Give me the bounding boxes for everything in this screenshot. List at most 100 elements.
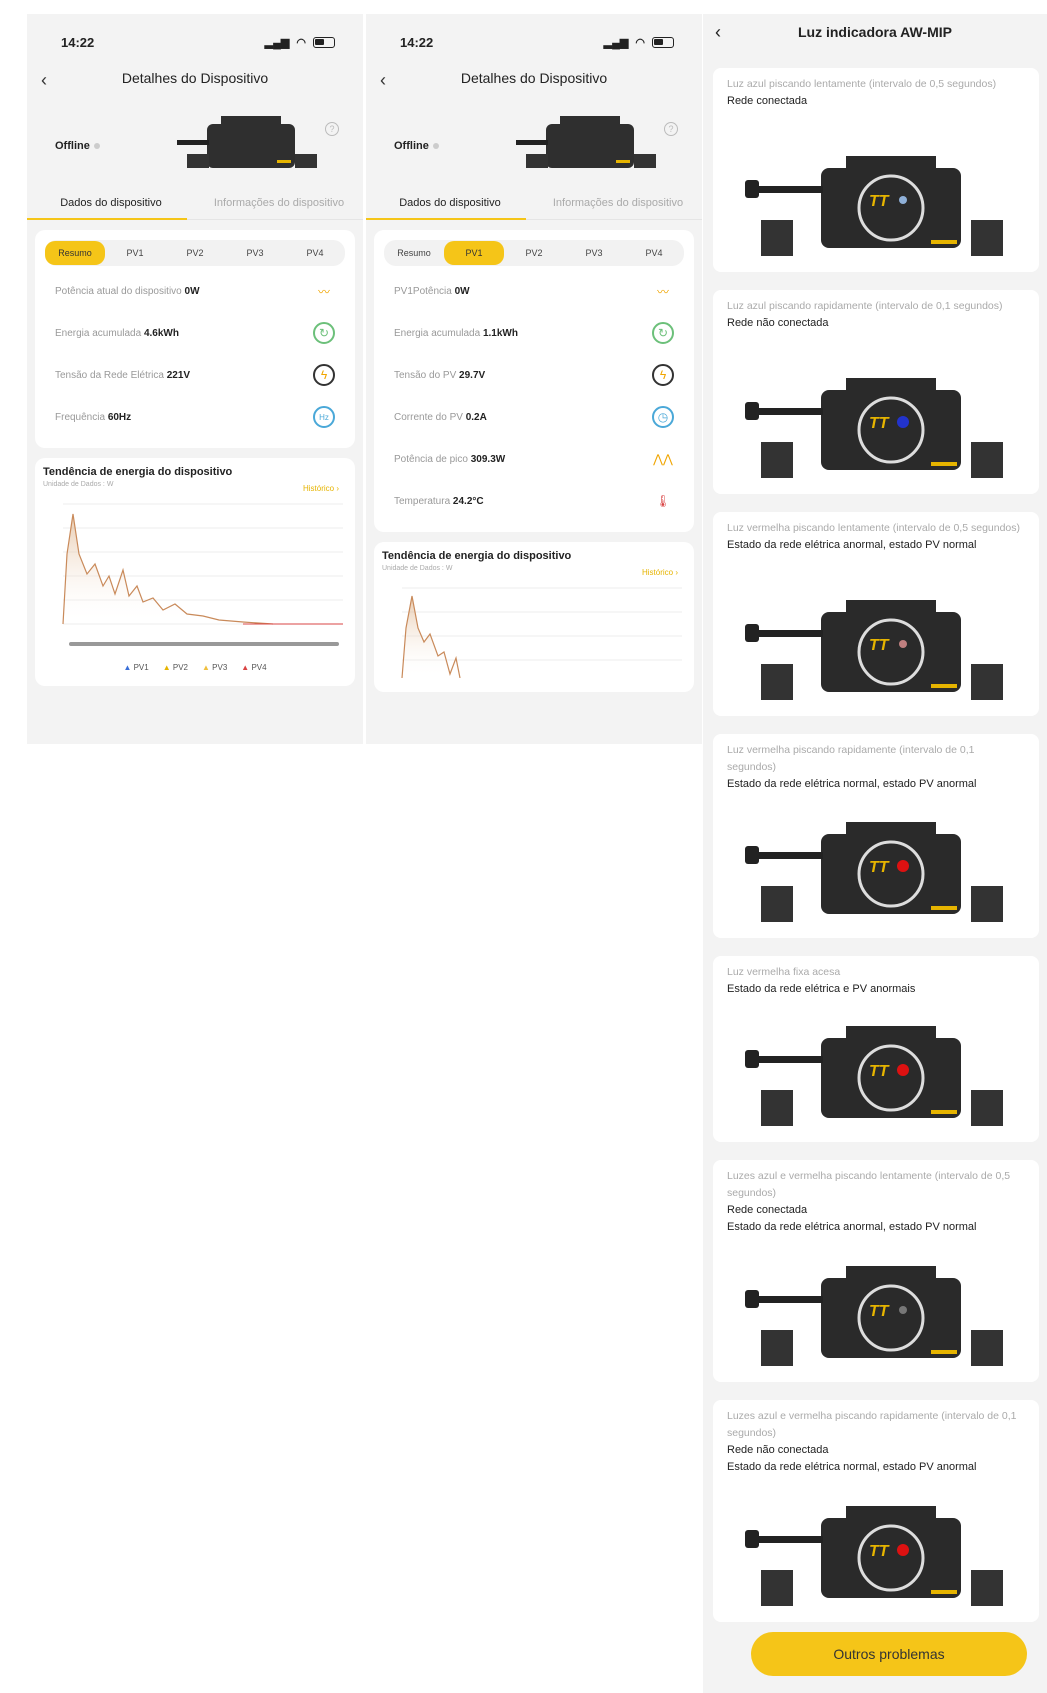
status-time: 14:22 (400, 34, 434, 50)
inverter-led-image: TT (745, 822, 1003, 922)
indicator-card: Luz vermelha piscando lentamente (interv… (713, 512, 1039, 716)
frequency-hz-icon: Hz (313, 406, 335, 428)
energy-trend-card: Tendência de energia do dispositivo Unid… (35, 458, 355, 686)
segment-resumo[interactable]: Resumo (384, 241, 444, 265)
indicator-card: Luz azul piscando lentamente (intervalo … (713, 68, 1039, 272)
help-icon[interactable]: ? (325, 122, 339, 136)
voltage-bolt-icon: ϟ (652, 364, 674, 386)
trend-title: Tendência de energia do dispositivo (382, 550, 572, 562)
trend-chart (62, 503, 343, 646)
list-item: Corrente do PV 0.2A ◷ (384, 396, 684, 438)
page-title: Detalhes do Dispositivo (460, 70, 608, 86)
wifi-icon: ◠ (635, 36, 645, 49)
segment-pv1[interactable]: PV1 (444, 241, 504, 265)
segment-pv4[interactable]: PV4 (285, 241, 345, 265)
battery-icon (652, 36, 674, 48)
signal-icon: ▂▄▆ (264, 36, 290, 49)
battery-icon (313, 36, 335, 48)
list-item: Tensão da Rede Elétrica 221V ϟ (45, 354, 345, 396)
svg-text:TT: TT (869, 1543, 890, 1560)
segment-pv3[interactable]: PV3 (225, 241, 285, 265)
history-link[interactable]: Histórico › (303, 484, 339, 493)
segment-pv1[interactable]: PV1 (105, 241, 165, 265)
list-item: Tensão do PV 29.7V ϟ (384, 354, 684, 396)
chart-legend: ▲ PV1 ▲ PV2 ▲ PV3 ▲ PV4 (43, 663, 347, 672)
status-bar: 14:22 ▂▄▆ ◠ (366, 14, 702, 70)
indicator-card: Luzes azul e vermelha piscando rapidamen… (713, 1400, 1039, 1622)
thermometer-icon: 🌡 (655, 494, 671, 508)
page-title: Detalhes do Dispositivo (121, 70, 269, 86)
inverter-led-image: TT (745, 1266, 1003, 1366)
tab-device-data[interactable]: Dados do dispositivo (27, 190, 195, 219)
back-icon[interactable]: ‹ (715, 14, 721, 50)
inverter-led-image: TT (745, 1506, 1003, 1606)
indicator-card: Luz vermelha piscando rapidamente (inter… (713, 734, 1039, 938)
segment-pv2[interactable]: PV2 (165, 241, 225, 265)
list-item: Potência de pico 309.3W ⋀⋀ (384, 438, 684, 480)
status-bar: 14:22 ▂▄▆ ◠ (27, 14, 363, 70)
inverter-image (516, 116, 656, 168)
list-item: PV1Potência 0W 〰 (384, 270, 684, 312)
indicator-card: Luz azul piscando rapidamente (intervalo… (713, 290, 1039, 494)
wifi-icon: ◠ (296, 36, 306, 49)
power-wave-icon: 〰 (317, 284, 330, 299)
other-problems-button[interactable]: Outros problemas (751, 1632, 1027, 1676)
tab-device-info[interactable]: Informações do dispositivo (534, 190, 702, 219)
indicator-light-screen: ‹ Luz indicadora AW-MIP Luz azul piscand… (703, 14, 1047, 1693)
peak-power-icon: ⋀⋀ (653, 452, 673, 466)
data-card: Resumo PV1 PV2 PV3 PV4 PV1Potência 0W 〰 E… (374, 230, 694, 532)
list-item: Frequência 60Hz Hz (45, 396, 345, 438)
svg-text:TT: TT (869, 1063, 890, 1080)
tab-device-data[interactable]: Dados do dispositivo (366, 190, 534, 219)
inverter-led-image: TT (745, 156, 1003, 256)
current-gauge-icon: ◷ (652, 406, 674, 428)
segment-pv2[interactable]: PV2 (504, 241, 564, 265)
phone-screen-summary: 14:22 ▂▄▆ ◠ ‹ Detalhes do Dispositivo Off… (27, 14, 363, 744)
legend-item[interactable]: ▲ PV3 (202, 663, 227, 672)
svg-text:TT: TT (869, 637, 890, 654)
segment-pv4[interactable]: PV4 (624, 241, 684, 265)
energy-cycle-icon: ↻ (652, 322, 674, 344)
list-item: Energia acumulada 1.1kWh ↻ (384, 312, 684, 354)
back-icon[interactable]: ‹ (380, 70, 386, 91)
svg-text:TT: TT (869, 193, 890, 210)
trend-unit: Unidade de Dados : W (43, 481, 114, 488)
inverter-image (177, 116, 317, 168)
help-icon[interactable]: ? (664, 122, 678, 136)
legend-item[interactable]: ▲ PV4 (241, 663, 266, 672)
list-item: Potência atual do dispositivo 0W 〰 (45, 270, 345, 312)
power-wave-icon: 〰 (656, 284, 669, 299)
legend-item[interactable]: ▲ PV1 (123, 663, 148, 672)
trend-title: Tendência de energia do dispositivo (43, 466, 233, 478)
voltage-bolt-icon: ϟ (313, 364, 335, 386)
history-link[interactable]: Histórico › (642, 568, 678, 577)
signal-icon: ▂▄▆ (603, 36, 629, 49)
inverter-led-image: TT (745, 378, 1003, 478)
status-time: 14:22 (61, 34, 95, 50)
tab-device-info[interactable]: Informações do dispositivo (195, 190, 363, 219)
segment-pv3[interactable]: PV3 (564, 241, 624, 265)
list-item: Energia acumulada 4.6kWh ↻ (45, 312, 345, 354)
svg-text:TT: TT (869, 415, 890, 432)
svg-text:TT: TT (869, 1303, 890, 1320)
energy-trend-card: Tendência de energia do dispositivo Unid… (374, 542, 694, 692)
pv-segment-control[interactable]: Resumo PV1 PV2 PV3 PV4 (384, 240, 684, 266)
segment-resumo[interactable]: Resumo (45, 241, 105, 265)
status-badge: Offline (55, 140, 100, 152)
indicator-card: Luzes azul e vermelha piscando lentament… (713, 1160, 1039, 1382)
pv-segment-control[interactable]: Resumo PV1 PV2 PV3 PV4 (45, 240, 345, 266)
svg-text:TT: TT (869, 859, 890, 876)
inverter-led-image: TT (745, 600, 1003, 700)
legend-item[interactable]: ▲ PV2 (163, 663, 188, 672)
indicator-card: Luz vermelha fixa acesa Estado da rede e… (713, 956, 1039, 1142)
trend-chart (401, 587, 682, 679)
page-title: Luz indicadora AW-MIP (798, 24, 952, 40)
inverter-led-image: TT (745, 1026, 1003, 1126)
data-card: Resumo PV1 PV2 PV3 PV4 Potência atual do… (35, 230, 355, 448)
back-icon[interactable]: ‹ (41, 70, 47, 91)
list-item: Temperatura 24.2°C 🌡 (384, 480, 684, 522)
trend-unit: Unidade de Dados : W (382, 565, 453, 572)
energy-cycle-icon: ↻ (313, 322, 335, 344)
phone-screen-pv1: 14:22 ▂▄▆ ◠ ‹ Detalhes do Dispositivo Off… (366, 14, 702, 744)
status-badge: Offline (394, 140, 439, 152)
